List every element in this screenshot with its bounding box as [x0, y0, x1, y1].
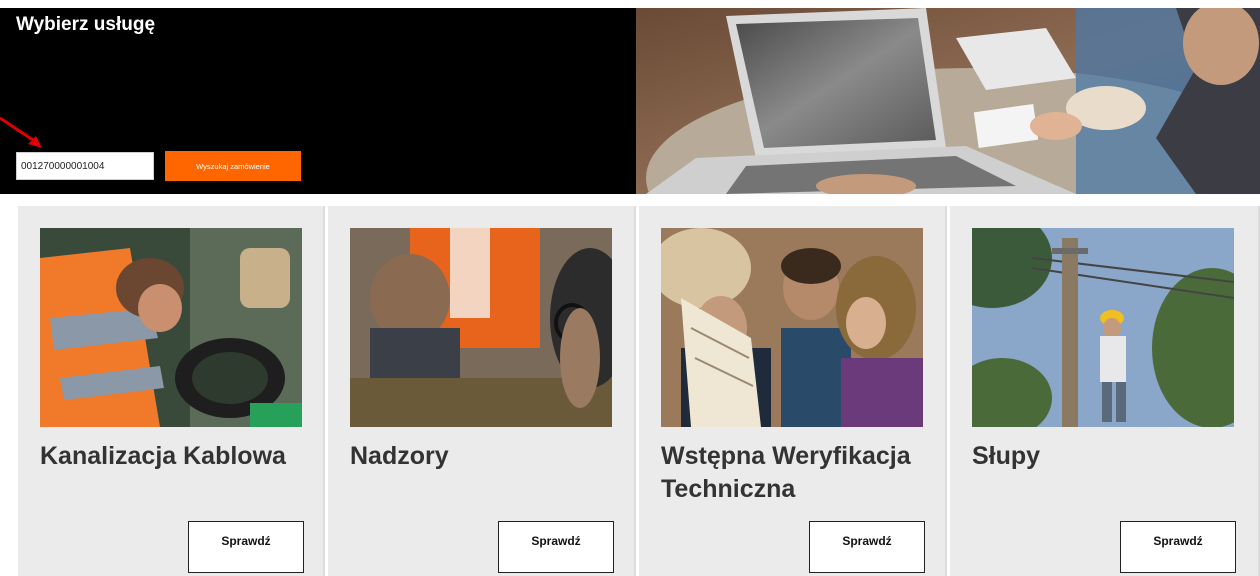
service-card-nadzory: Nadzory Sprawdź: [328, 206, 636, 576]
card-image-team-meeting: [661, 228, 923, 427]
page-title: Wybierz usługę: [16, 14, 156, 35]
card-title: Słupy: [972, 442, 1041, 470]
hero-photo-laptop: [636, 8, 1260, 194]
red-arrow-icon: [0, 116, 42, 148]
service-card-wstepna-weryfikacja-techniczna: Wstępna Weryfikacja Techniczna Sprawdź: [639, 206, 947, 576]
order-search-input[interactable]: [16, 152, 154, 180]
hero-banner: Wybierz usługę Wyszukaj zamówienie: [0, 8, 1260, 194]
service-cards: Kanalizacja Kablowa Sprawdź Nadzory Spra…: [18, 206, 1260, 576]
card-title: Wstępna Weryfikacja Techniczna: [661, 442, 911, 503]
card-image-supervision: [350, 228, 612, 427]
sprawdz-button-slupy[interactable]: Sprawdź: [1120, 521, 1236, 573]
service-card-slupy: Słupy Sprawdź: [950, 206, 1260, 576]
sprawdz-button-kanalizacja-kablowa[interactable]: Sprawdź: [188, 521, 304, 573]
card-image-pole-worker: [972, 228, 1234, 427]
sprawdz-button-nadzory[interactable]: Sprawdź: [498, 521, 614, 573]
sprawdz-button-wstepna-weryfikacja-techniczna[interactable]: Sprawdź: [809, 521, 925, 573]
card-title: Nadzory: [350, 442, 449, 470]
card-title: Kanalizacja Kablowa: [40, 442, 286, 470]
card-image-cable-worker: [40, 228, 302, 427]
search-order-button[interactable]: Wyszukaj zamówienie: [165, 151, 301, 181]
service-card-kanalizacja-kablowa: Kanalizacja Kablowa Sprawdź: [18, 206, 325, 576]
